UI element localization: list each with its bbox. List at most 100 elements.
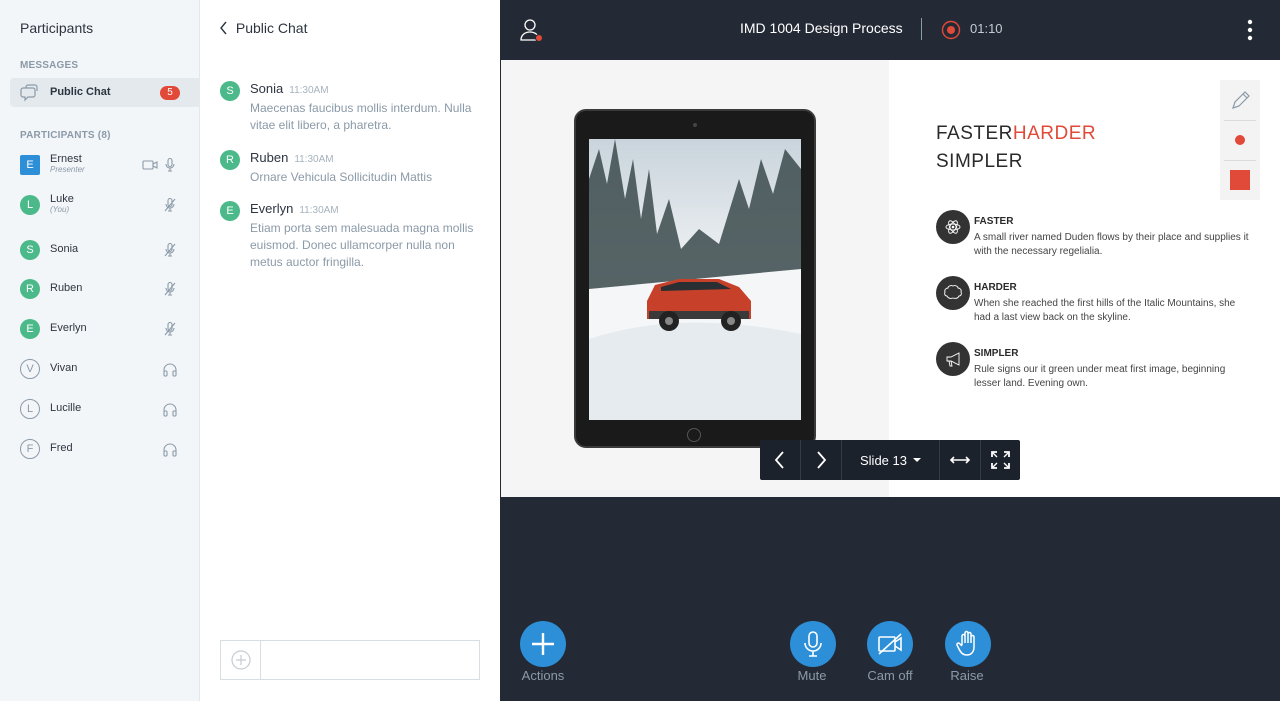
annotation-toolbar bbox=[1220, 80, 1260, 200]
message-author: Ruben bbox=[250, 150, 289, 165]
unread-badge: 5 bbox=[160, 86, 180, 100]
fullscreen-button[interactable] bbox=[981, 440, 1020, 480]
avatar: E bbox=[220, 201, 240, 221]
participant-name: Everlyn bbox=[50, 322, 87, 334]
caret-down-icon bbox=[913, 458, 921, 462]
camera-toggle-button[interactable] bbox=[867, 621, 913, 667]
chat-header[interactable]: Public Chat bbox=[218, 20, 307, 36]
slide-select-dropdown[interactable]: Slide 13 bbox=[842, 440, 939, 480]
participant-name: Luke bbox=[50, 193, 74, 205]
participant-item[interactable]: F Fred bbox=[20, 435, 190, 463]
chat-composer bbox=[220, 640, 480, 680]
dot-icon bbox=[1235, 135, 1245, 145]
headphones-icon[interactable] bbox=[162, 361, 178, 377]
brain-icon bbox=[944, 285, 962, 299]
participant-item[interactable]: V Vivan bbox=[20, 355, 190, 383]
chevron-left-icon bbox=[774, 451, 784, 469]
participant-name: Sonia bbox=[50, 243, 79, 255]
message-time: 11:30AM bbox=[289, 85, 329, 96]
participant-name: Ernest bbox=[50, 153, 82, 165]
participant-item[interactable]: E Ernest Presenter bbox=[20, 151, 190, 179]
participant-role: Presenter bbox=[50, 165, 85, 174]
actions-label: Actions bbox=[521, 668, 565, 683]
microphone-muted-icon[interactable] bbox=[162, 321, 178, 337]
color-picker-button[interactable] bbox=[1220, 160, 1260, 200]
chevron-left-icon bbox=[220, 21, 227, 35]
chat-bubble-icon bbox=[20, 84, 38, 102]
color-swatch-icon bbox=[1230, 170, 1250, 190]
camera-icon[interactable] bbox=[142, 157, 158, 173]
participant-name: Vivan bbox=[50, 362, 78, 374]
chat-message-input[interactable] bbox=[262, 641, 479, 679]
avatar: V bbox=[20, 359, 40, 379]
participant-item[interactable]: L Lucille bbox=[20, 395, 190, 423]
camera-off-icon bbox=[878, 633, 902, 655]
feature-title: HARDER bbox=[974, 282, 1017, 293]
participants-panel: Participants MESSAGES Public Chat 5 PART… bbox=[0, 0, 200, 701]
raise-label: Raise bbox=[950, 668, 984, 683]
message-author: Sonia bbox=[250, 81, 284, 96]
previous-slide-button[interactable] bbox=[760, 440, 800, 480]
presentation-slide: FASTERHARDER SIMPLER FASTER A small rive… bbox=[501, 60, 1280, 497]
raise-hand-button[interactable] bbox=[945, 621, 991, 667]
plus-circle-icon bbox=[231, 650, 251, 670]
participant-name: Ruben bbox=[50, 282, 83, 294]
microphone-icon[interactable] bbox=[162, 157, 178, 173]
participant-item[interactable]: E Everlyn bbox=[20, 315, 190, 343]
hand-icon bbox=[956, 630, 975, 656]
more-vertical-icon[interactable] bbox=[1244, 18, 1256, 42]
avatar: R bbox=[220, 150, 240, 170]
chat-title: Public Chat bbox=[235, 20, 308, 36]
mute-label: Mute bbox=[797, 668, 827, 683]
participant-item[interactable]: R Ruben bbox=[20, 275, 190, 303]
add-attachment-button[interactable] bbox=[221, 641, 261, 679]
headphones-icon[interactable] bbox=[162, 441, 178, 457]
participant-role: (You) bbox=[50, 205, 70, 214]
fullscreen-icon bbox=[991, 451, 1010, 469]
avatar: L bbox=[20, 195, 40, 215]
user-status-icon[interactable] bbox=[520, 18, 544, 42]
message-time: 11:30AM bbox=[299, 205, 339, 216]
feature-text: When she reached the first hills of the … bbox=[974, 298, 1236, 323]
panel-title: Participants bbox=[20, 20, 94, 36]
recording-timer: 01:10 bbox=[970, 21, 1003, 36]
plus-icon bbox=[532, 633, 554, 655]
meeting-title: IMD 1004 Design Process bbox=[740, 20, 903, 36]
participant-item[interactable]: S Sonia bbox=[20, 236, 190, 264]
slide-heading: FASTERHARDER SIMPLER bbox=[936, 123, 1097, 172]
pencil-tool-button[interactable] bbox=[1220, 80, 1260, 120]
avatar: F bbox=[20, 439, 40, 459]
next-slide-button[interactable] bbox=[801, 440, 841, 480]
microphone-muted-icon[interactable] bbox=[162, 242, 178, 258]
fit-width-button[interactable] bbox=[940, 440, 980, 480]
brush-size-button[interactable] bbox=[1220, 120, 1260, 160]
feature-title: FASTER bbox=[974, 216, 1014, 227]
megaphone-icon bbox=[946, 352, 960, 367]
mute-button[interactable] bbox=[790, 621, 836, 667]
tablet-image bbox=[574, 109, 816, 448]
participants-section-label: PARTICIPANTS (8) bbox=[20, 130, 111, 141]
messages-section-label: MESSAGES bbox=[20, 60, 79, 71]
top-bar: IMD 1004 Design Process 01:10 bbox=[500, 0, 1280, 60]
avatar: S bbox=[220, 81, 240, 101]
headphones-icon[interactable] bbox=[162, 401, 178, 417]
message-text: Maecenas faucibus mollis interdum. Nulla… bbox=[250, 101, 472, 132]
feature-text: A small river named Duden flows by their… bbox=[974, 232, 1249, 257]
message-text: Ornare Vehicula Sollicitudin Mattis bbox=[250, 170, 433, 184]
car-photo bbox=[589, 139, 801, 420]
actions-button[interactable] bbox=[520, 621, 566, 667]
message-time: 11:30AM bbox=[294, 154, 334, 165]
divider bbox=[921, 18, 922, 40]
fit-width-icon bbox=[949, 456, 971, 464]
record-icon[interactable] bbox=[941, 20, 961, 40]
microphone-icon bbox=[804, 631, 822, 657]
microphone-muted-icon[interactable] bbox=[162, 281, 178, 297]
participant-name: Lucille bbox=[50, 402, 82, 414]
public-chat-label: Public Chat bbox=[50, 86, 111, 98]
participant-item[interactable]: L Luke (You) bbox=[20, 191, 190, 219]
chevron-right-icon bbox=[817, 451, 827, 469]
avatar: E bbox=[20, 319, 40, 339]
microphone-muted-icon[interactable] bbox=[162, 197, 178, 213]
chat-panel: Public Chat S Sonia 11:30AM Maecenas fauc… bbox=[200, 0, 500, 701]
public-chat-item[interactable]: Public Chat 5 bbox=[10, 78, 200, 107]
